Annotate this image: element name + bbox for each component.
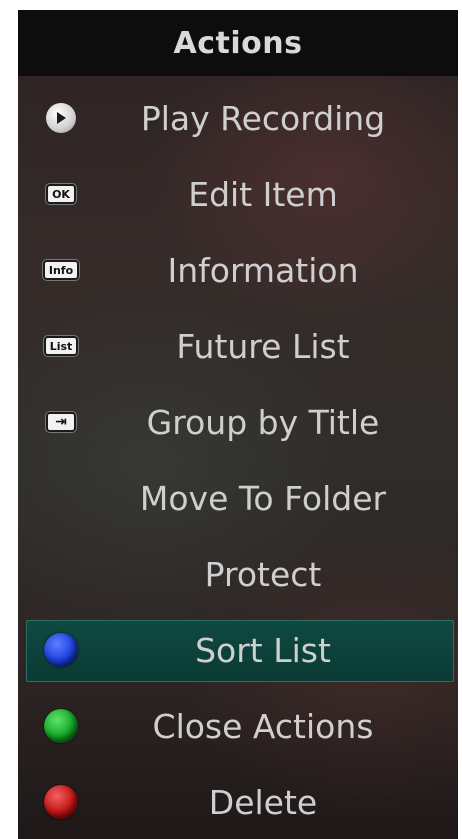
menu-item-future-list[interactable]: List Future List xyxy=(18,308,458,384)
menu-header: Actions xyxy=(18,10,458,76)
menu-item-delete[interactable]: Delete xyxy=(18,764,458,839)
play-icon xyxy=(38,98,84,138)
menu-items: Play Recording OK Edit Item Info Informa… xyxy=(18,80,458,839)
menu-item-play-recording[interactable]: Play Recording xyxy=(18,80,458,156)
menu-item-edit-item[interactable]: OK Edit Item xyxy=(18,156,458,232)
menu-item-label: Sort List xyxy=(195,630,331,670)
menu-item-label: Group by Title xyxy=(146,402,380,442)
menu-item-information[interactable]: Info Information xyxy=(18,232,458,308)
menu-item-label: Protect xyxy=(204,554,322,594)
actions-menu: Actions Play Recording OK Edit Item Info… xyxy=(18,10,458,839)
green-dot xyxy=(44,709,78,743)
red-button-icon xyxy=(38,782,84,822)
list-key-icon: List xyxy=(38,326,84,366)
tab-key-icon: ⇥ xyxy=(38,402,84,442)
menu-item-label: Close Actions xyxy=(152,706,374,746)
menu-title: Actions xyxy=(173,25,303,61)
menu-item-label: Move To Folder xyxy=(139,478,387,518)
menu-item-close-actions[interactable]: Close Actions xyxy=(18,688,458,764)
red-dot xyxy=(44,785,78,819)
green-button-icon xyxy=(38,706,84,746)
menu-item-sort-list[interactable]: Sort List xyxy=(18,612,458,688)
menu-item-protect[interactable]: Protect xyxy=(18,536,458,612)
menu-item-label: Delete xyxy=(208,782,318,822)
blue-dot xyxy=(44,633,78,667)
info-key-icon: Info xyxy=(38,250,84,290)
menu-item-label: Edit Item xyxy=(188,174,338,214)
menu-item-label: Play Recording xyxy=(140,98,386,138)
menu-item-group-by-title[interactable]: ⇥ Group by Title xyxy=(18,384,458,460)
ok-key-icon: OK xyxy=(38,174,84,214)
menu-item-label: Information xyxy=(167,250,359,290)
menu-item-label: Future List xyxy=(176,326,350,366)
blue-button-icon xyxy=(38,630,84,670)
menu-item-move-to-folder[interactable]: Move To Folder xyxy=(18,460,458,536)
